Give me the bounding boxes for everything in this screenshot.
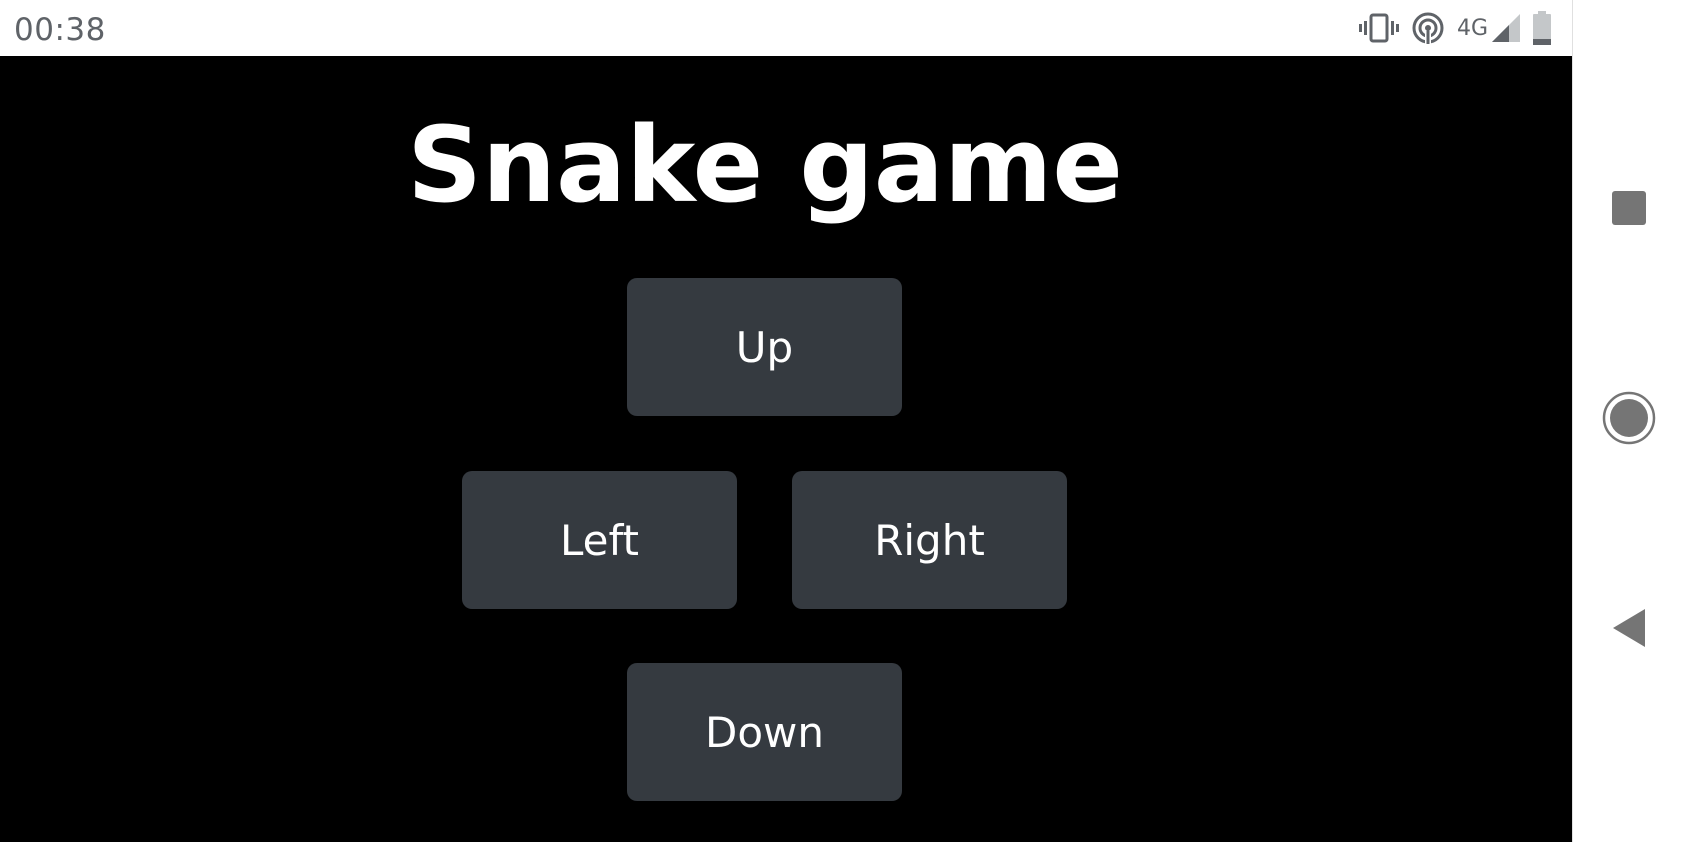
home-icon <box>1602 391 1656 449</box>
recents-button[interactable] <box>1573 170 1683 250</box>
up-button[interactable]: Up <box>627 278 902 416</box>
network-type-label: 4G <box>1456 15 1488 41</box>
left-button[interactable]: Left <box>462 471 737 609</box>
status-time: 00:38 <box>14 12 106 48</box>
battery-icon <box>1532 11 1552 45</box>
home-button[interactable] <box>1573 380 1683 460</box>
navigation-bar <box>1572 0 1683 842</box>
back-icon <box>1611 608 1647 652</box>
cellular-signal-icon <box>1492 14 1520 42</box>
back-button[interactable] <box>1573 590 1683 670</box>
recents-icon <box>1611 190 1647 230</box>
hotspot-icon <box>1411 11 1445 45</box>
status-bar: 00:38 4G <box>0 0 1572 56</box>
game-screen: Snake game Up Left Right Down <box>0 56 1572 842</box>
vibrate-icon <box>1358 12 1399 44</box>
right-button[interactable]: Right <box>792 471 1067 609</box>
page-title: Snake game <box>407 104 1123 226</box>
down-button[interactable]: Down <box>627 663 902 801</box>
status-icons: 4G <box>1358 8 1552 48</box>
